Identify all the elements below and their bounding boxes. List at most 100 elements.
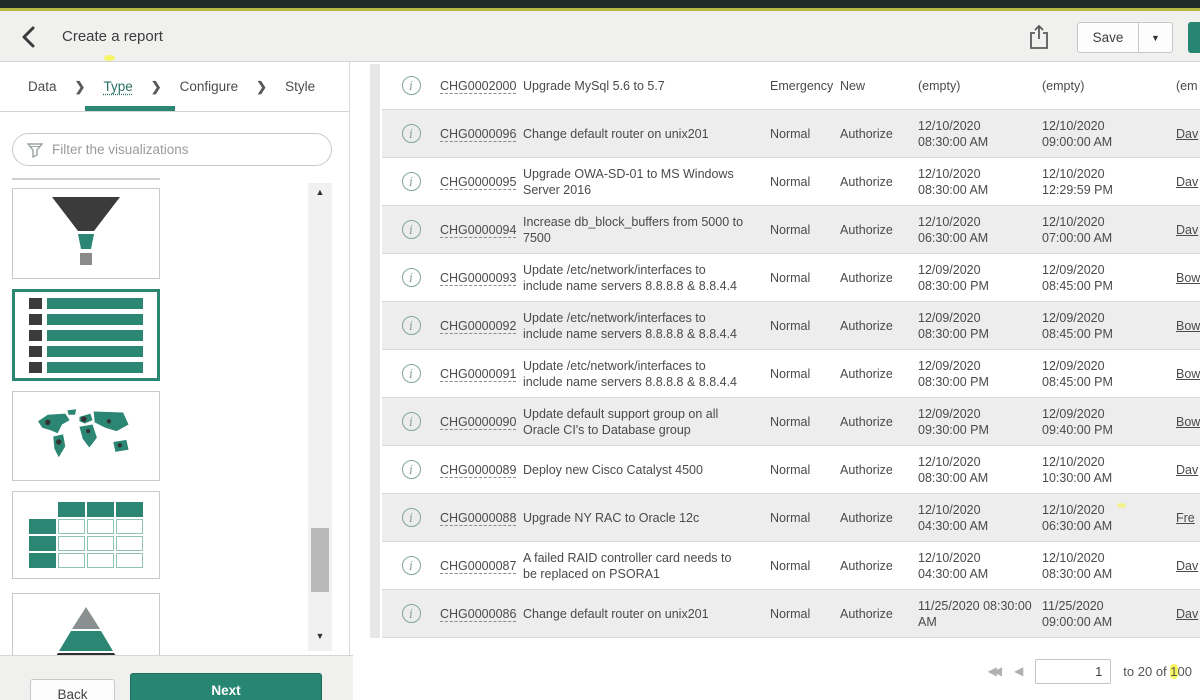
row-info-cell: i xyxy=(382,124,440,143)
info-icon[interactable]: i xyxy=(402,604,421,623)
info-icon[interactable]: i xyxy=(402,172,421,191)
row-info-cell: i xyxy=(382,412,440,431)
scroll-up-icon[interactable]: ▲ xyxy=(308,183,332,201)
change-number-link[interactable]: CHG0000096 xyxy=(440,127,516,142)
save-button[interactable]: Save xyxy=(1077,22,1139,53)
row-info-cell: i xyxy=(382,172,440,191)
viz-type-funnel[interactable] xyxy=(12,188,160,279)
info-icon[interactable]: i xyxy=(402,508,421,527)
assigned-to-link[interactable]: Dav xyxy=(1176,559,1198,573)
assigned-to-link[interactable]: Dav xyxy=(1176,127,1198,141)
table-row[interactable]: i CHG0000090 Update default support grou… xyxy=(382,398,1200,446)
share-icon[interactable] xyxy=(1026,23,1052,51)
filter-input[interactable] xyxy=(52,142,331,157)
info-icon[interactable]: i xyxy=(402,268,421,287)
table-row[interactable]: i CHG0000095 Upgrade OWA-SD-01 to MS Win… xyxy=(382,158,1200,206)
visualization-filter xyxy=(12,133,332,166)
back-arrow-icon[interactable] xyxy=(16,24,44,50)
viz-scrollbar[interactable]: ▲ ▼ xyxy=(308,183,332,651)
assigned-to-link[interactable]: Bow xyxy=(1176,319,1200,333)
priority-cell: Normal xyxy=(762,174,840,190)
assigned-to-link[interactable]: Bow xyxy=(1176,415,1200,429)
change-number-link[interactable]: CHG0000091 xyxy=(440,367,516,382)
app-header: Create a report Save ▼ xyxy=(0,11,1200,62)
info-icon[interactable]: i xyxy=(402,556,421,575)
step-type[interactable]: Type xyxy=(103,79,132,94)
table-row[interactable]: i CHG0000087 A failed RAID controller ca… xyxy=(382,542,1200,590)
planned-end-date-cell: 12/10/2020 12:29:59 PM xyxy=(1042,166,1164,198)
info-icon[interactable]: i xyxy=(402,220,421,239)
scroll-down-icon[interactable]: ▼ xyxy=(308,627,332,645)
table-row[interactable]: i CHG0002000 Upgrade MySql 5.6 to 5.7 Em… xyxy=(382,62,1200,110)
change-number-link[interactable]: CHG0000090 xyxy=(440,415,516,430)
change-number-link[interactable]: CHG0000087 xyxy=(440,559,516,574)
info-icon[interactable]: i xyxy=(402,460,421,479)
state-cell: Authorize xyxy=(840,174,918,190)
table-row[interactable]: i CHG0000094 Increase db_block_buffers f… xyxy=(382,206,1200,254)
change-number-link[interactable]: CHG0000086 xyxy=(440,607,516,622)
change-number-link[interactable]: CHG0000092 xyxy=(440,319,516,334)
priority-cell: Normal xyxy=(762,126,840,142)
change-number-link[interactable]: CHG0002000 xyxy=(440,79,516,94)
change-number-link[interactable]: CHG0000094 xyxy=(440,223,516,238)
edge-action-button[interactable] xyxy=(1188,22,1200,53)
short-description-cell: Update /etc/network/interfaces to includ… xyxy=(523,310,762,342)
priority-cell: Normal xyxy=(762,558,840,574)
row-number-cell: CHG0000088 xyxy=(440,510,523,526)
scrollbar-thumb[interactable] xyxy=(311,528,329,592)
assigned-to-cell: Bow xyxy=(1164,318,1200,334)
previous-page-icon[interactable]: ◀ xyxy=(1014,664,1023,678)
cursor-highlight-artifact xyxy=(104,55,115,61)
step-style[interactable]: Style xyxy=(285,79,315,94)
table-scrollbar-strip[interactable] xyxy=(370,64,380,638)
short-description-cell: Deploy new Cisco Catalyst 4500 xyxy=(523,462,762,478)
table-row[interactable]: i CHG0000091 Update /etc/network/interfa… xyxy=(382,350,1200,398)
info-icon[interactable]: i xyxy=(402,76,421,95)
table-row[interactable]: i CHG0000096 Change default router on un… xyxy=(382,110,1200,158)
table-row[interactable]: i CHG0000093 Update /etc/network/interfa… xyxy=(382,254,1200,302)
first-page-icon[interactable]: ◀◀ xyxy=(988,664,1002,678)
change-number-link[interactable]: CHG0000095 xyxy=(440,175,516,190)
viz-type-list[interactable] xyxy=(12,289,160,381)
assigned-to-link[interactable]: Dav xyxy=(1176,607,1198,621)
cursor-highlight-artifact xyxy=(1117,503,1126,508)
page-number-input[interactable] xyxy=(1035,659,1111,684)
info-icon[interactable]: i xyxy=(402,412,421,431)
assigned-to-link[interactable]: Bow xyxy=(1176,367,1200,381)
viz-type-pyramid[interactable] xyxy=(12,593,160,655)
viz-type-pivot[interactable] xyxy=(12,491,160,579)
partial-thumbnail-edge xyxy=(12,178,160,180)
planned-end-date-cell: 12/10/2020 06:30:00 AM xyxy=(1042,502,1164,534)
row-number-cell: CHG0000087 xyxy=(440,558,523,574)
next-button[interactable]: Next xyxy=(130,673,322,700)
step-data[interactable]: Data xyxy=(28,79,57,94)
viz-type-map[interactable] xyxy=(12,391,160,481)
table-row[interactable]: i CHG0000092 Update /etc/network/interfa… xyxy=(382,302,1200,350)
info-icon[interactable]: i xyxy=(402,124,421,143)
planned-end-date-cell: 12/10/2020 10:30:00 AM xyxy=(1042,454,1164,486)
assigned-to-cell: Bow xyxy=(1164,366,1200,382)
short-description-cell: Upgrade NY RAC to Oracle 12c xyxy=(523,510,762,526)
state-cell: Authorize xyxy=(840,510,918,526)
save-dropdown-button[interactable]: ▼ xyxy=(1139,22,1173,53)
change-number-link[interactable]: CHG0000089 xyxy=(440,463,516,478)
row-number-cell: CHG0000096 xyxy=(440,126,523,142)
table-row[interactable]: i CHG0000089 Deploy new Cisco Catalyst 4… xyxy=(382,446,1200,494)
assigned-to-cell: Dav xyxy=(1164,222,1200,238)
table-row[interactable]: i CHG0000088 Upgrade NY RAC to Oracle 12… xyxy=(382,494,1200,542)
assigned-to-cell: Dav xyxy=(1164,126,1200,142)
change-number-link[interactable]: CHG0000088 xyxy=(440,511,516,526)
step-configure[interactable]: Configure xyxy=(180,79,239,94)
info-icon[interactable]: i xyxy=(402,364,421,383)
info-icon[interactable]: i xyxy=(402,316,421,335)
back-button[interactable]: Back xyxy=(30,679,115,700)
assigned-to-link[interactable]: Dav xyxy=(1176,223,1198,237)
state-cell: Authorize xyxy=(840,462,918,478)
table-row[interactable]: i CHG0000086 Change default router on un… xyxy=(382,590,1200,638)
assigned-to-cell: (em xyxy=(1164,78,1200,94)
assigned-to-link[interactable]: Fre xyxy=(1176,511,1195,525)
assigned-to-link[interactable]: Dav xyxy=(1176,463,1198,477)
assigned-to-link[interactable]: Dav xyxy=(1176,175,1198,189)
assigned-to-link[interactable]: Bow xyxy=(1176,271,1200,285)
change-number-link[interactable]: CHG0000093 xyxy=(440,271,516,286)
